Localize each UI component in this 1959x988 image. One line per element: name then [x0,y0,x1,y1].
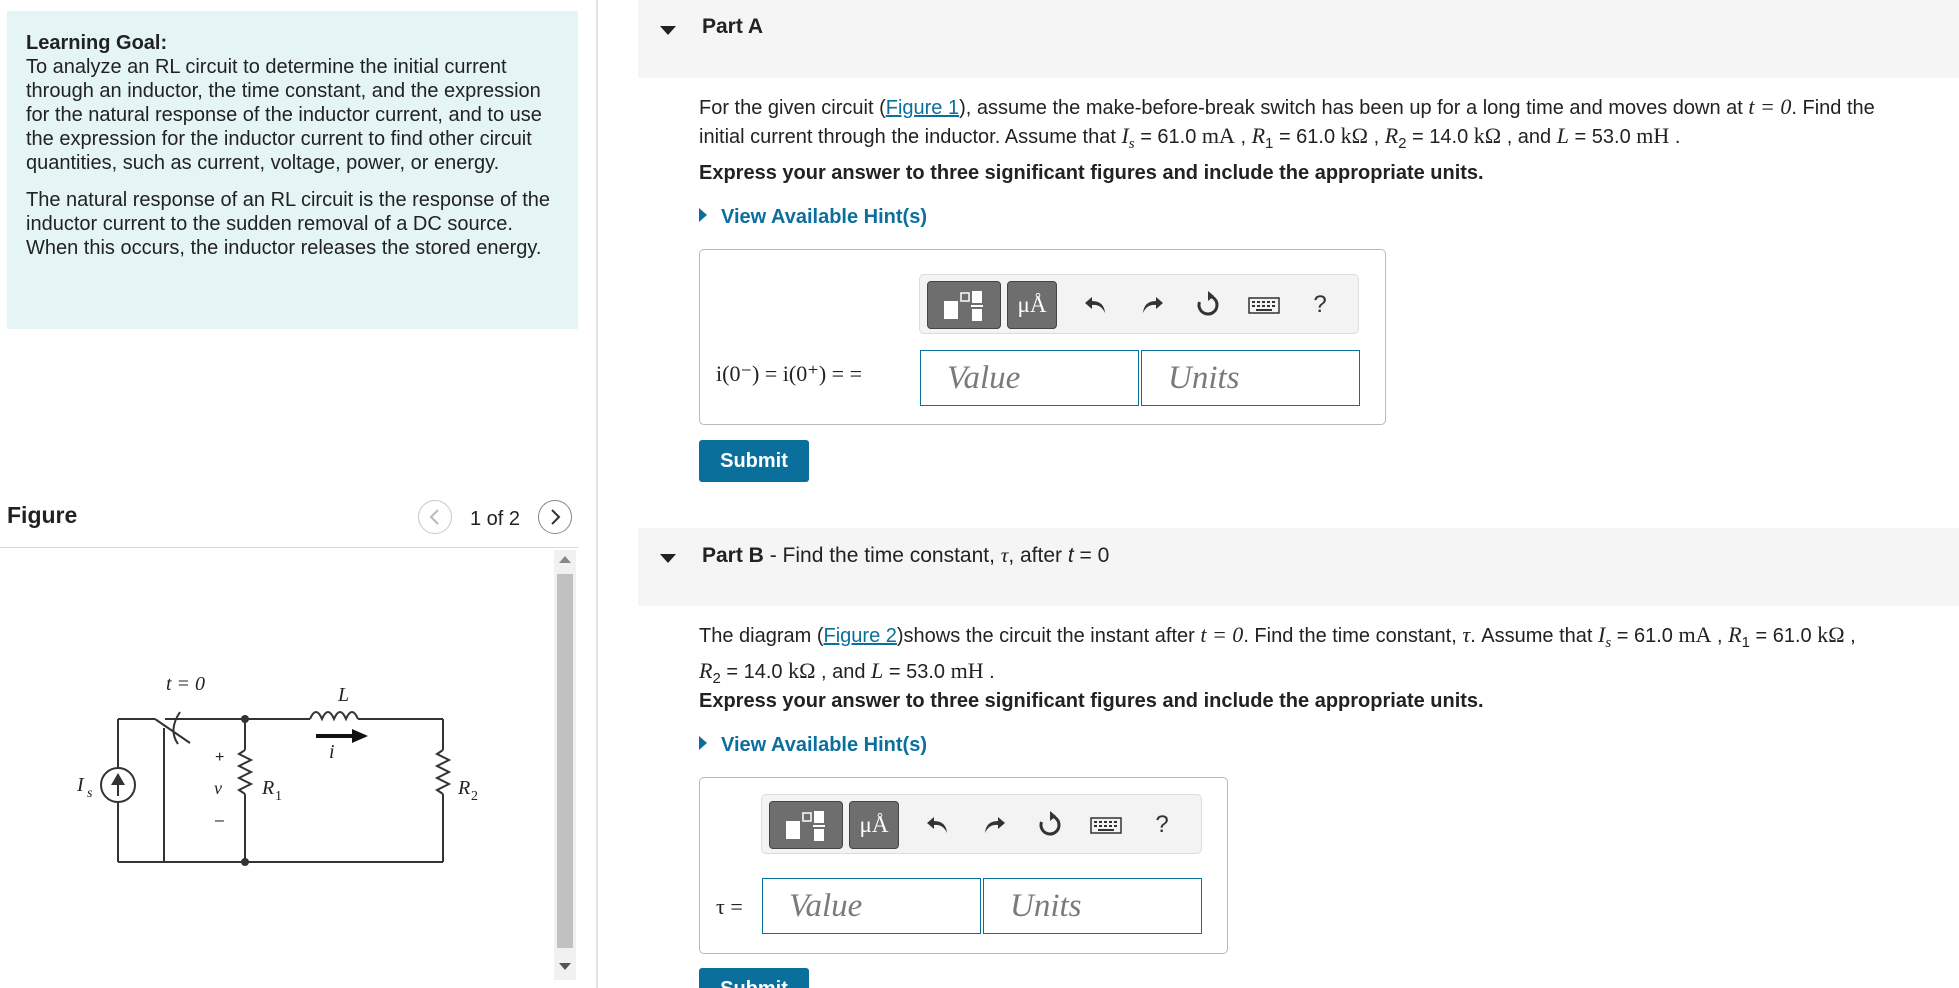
part-a-title: Part A [702,15,764,38]
part-a-answer-label: i(0⁻) = i(0⁺) = = [716,361,862,386]
keyboard-icon [1090,817,1122,834]
part-b-instruction: Express your answer to three significant… [699,690,1484,712]
part-b-units-input[interactable] [983,878,1202,934]
templates-button[interactable] [769,801,843,849]
scroll-down-icon[interactable] [559,963,571,970]
label-Is-sub: s [87,786,93,801]
figure-1-link[interactable]: Figure 1 [886,97,959,119]
label-R1: R [261,777,274,799]
keyboard-icon [1248,297,1280,314]
label-Is: I [76,774,85,796]
templates-button[interactable] [927,281,1001,329]
part-b-header[interactable]: Part B - Find the time constant, τ, afte… [638,528,1959,606]
undo-icon [1085,297,1105,313]
templates-icon [786,811,825,841]
label-plus: + [215,749,224,766]
question-panel: Part A For the given circuit (Figure 1),… [638,0,1959,988]
part-a-hint-toggle[interactable]: View Available Hint(s) [699,206,927,229]
redo-button[interactable] [1134,281,1170,329]
reset-button[interactable] [1190,281,1226,329]
part-b-answer-label: τ = [716,894,743,919]
units-button[interactable]: μÅ [1007,281,1057,329]
learning-goal-text-2: The natural response of an RL circuit is… [26,189,550,259]
label-L: L [337,684,349,706]
redo-icon [1143,297,1163,313]
part-a-units-input[interactable] [1141,350,1360,406]
part-b-title: Part B - Find the time constant, τ, afte… [702,543,1110,567]
label-R1-sub: 1 [275,789,282,804]
keyboard-button[interactable] [1086,801,1126,849]
templates-icon [944,291,983,321]
figure-prev-button[interactable] [418,500,452,534]
collapse-triangle-icon[interactable] [660,26,676,35]
part-b-math-toolbar: μÅ ? [761,794,1202,854]
part-a-answer-box: μÅ ? i(0⁻) = i(0⁺) = = [699,249,1386,425]
learning-goal-box: Learning Goal: To analyze an RL circuit … [7,11,578,329]
reset-icon [1039,811,1061,836]
label-t0: t = 0 [166,673,205,695]
figure-next-button[interactable] [538,500,572,534]
scrollbar-thumb[interactable] [557,574,573,948]
part-b-value-input[interactable] [762,878,981,934]
label-R2-sub: 2 [471,789,478,804]
redo-button[interactable] [976,801,1012,849]
expand-triangle-icon [699,736,707,750]
part-a-header[interactable]: Part A [638,0,1959,78]
scroll-up-icon[interactable] [559,556,571,563]
collapse-triangle-icon[interactable] [660,554,676,563]
part-b-answer-box: μÅ ? τ = [699,777,1228,954]
part-b-hint-toggle[interactable]: View Available Hint(s) [699,734,927,757]
figure-counter: 1 of 2 [470,508,521,530]
figure-header: Figure 1 of 2 [0,496,578,548]
chevron-left-icon [429,509,439,525]
redo-icon [985,817,1005,833]
part-a-submit-button[interactable]: Submit [699,440,809,482]
keyboard-button[interactable] [1244,281,1284,329]
undo-button[interactable] [1078,281,1114,329]
undo-button[interactable] [920,801,956,849]
reset-button[interactable] [1032,801,1068,849]
chevron-right-icon [551,509,561,525]
figure-scrollbar[interactable] [554,550,576,980]
help-button[interactable]: ? [1144,801,1180,849]
figure-2-link[interactable]: Figure 2 [824,625,897,647]
figure-title: Figure [7,502,78,528]
label-minus: – [215,812,224,829]
learning-goal-text: To analyze an RL circuit to determine th… [26,56,542,174]
label-i: i [329,741,335,763]
part-a-instruction: Express your answer to three significant… [699,162,1484,184]
units-button[interactable]: μÅ [849,801,899,849]
left-panel: Learning Goal: To analyze an RL circuit … [0,0,598,988]
current-arrow-icon [352,729,368,743]
part-a-question: For the given circuit (Figure 1), assume… [699,94,1875,152]
help-button[interactable]: ? [1302,281,1338,329]
part-a-math-toolbar: μÅ ? [919,274,1359,334]
learning-goal-title: Learning Goal: [26,32,168,54]
label-v: v [214,778,222,798]
expand-triangle-icon [699,208,707,222]
reset-icon [1197,291,1219,316]
label-R2: R [457,777,470,799]
circuit-diagram: t = 0 L i I s v R 1 R 2 + – [76,673,478,866]
part-a-value-input[interactable] [920,350,1139,406]
undo-icon [927,817,947,833]
part-b-question: The diagram (Figure 2)shows the circuit … [699,622,1856,687]
part-b-submit-button[interactable]: Submit [699,968,809,988]
